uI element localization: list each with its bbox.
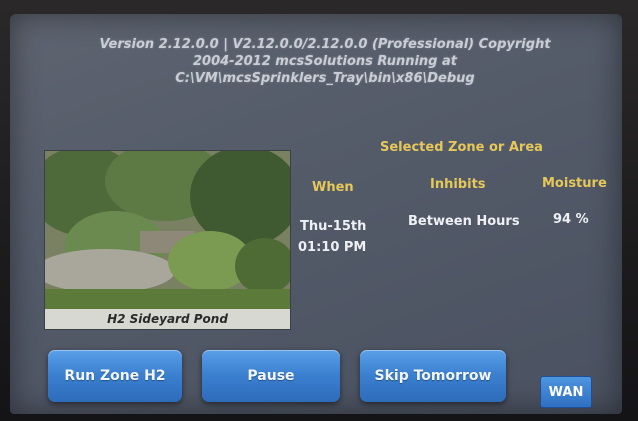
- when-time: 01:10 PM: [298, 240, 367, 255]
- garden-image: [45, 151, 290, 309]
- moisture-header: Moisture: [542, 176, 607, 191]
- pause-button[interactable]: Pause: [202, 350, 340, 402]
- zone-photo: H2 Sideyard Pond: [44, 150, 291, 330]
- app-screen: Version 2.12.0.0 | V2.12.0.0/2.12.0.0 (P…: [10, 14, 622, 414]
- wan-button[interactable]: WAN: [540, 376, 592, 408]
- inhibits-header: Inhibits: [430, 177, 486, 192]
- when-day: Thu-15th: [300, 219, 367, 234]
- moisture-value: 94 %: [553, 212, 589, 227]
- selected-zone-title: Selected Zone or Area: [380, 140, 543, 155]
- run-zone-button[interactable]: Run Zone H2: [48, 350, 182, 402]
- skip-tomorrow-button[interactable]: Skip Tomorrow: [360, 350, 506, 402]
- inhibits-value: Between Hours: [408, 214, 520, 229]
- zone-photo-caption: H2 Sideyard Pond: [45, 309, 290, 329]
- version-info: Version 2.12.0.0 | V2.12.0.0/2.12.0.0 (P…: [99, 37, 551, 86]
- when-header: When: [312, 180, 354, 195]
